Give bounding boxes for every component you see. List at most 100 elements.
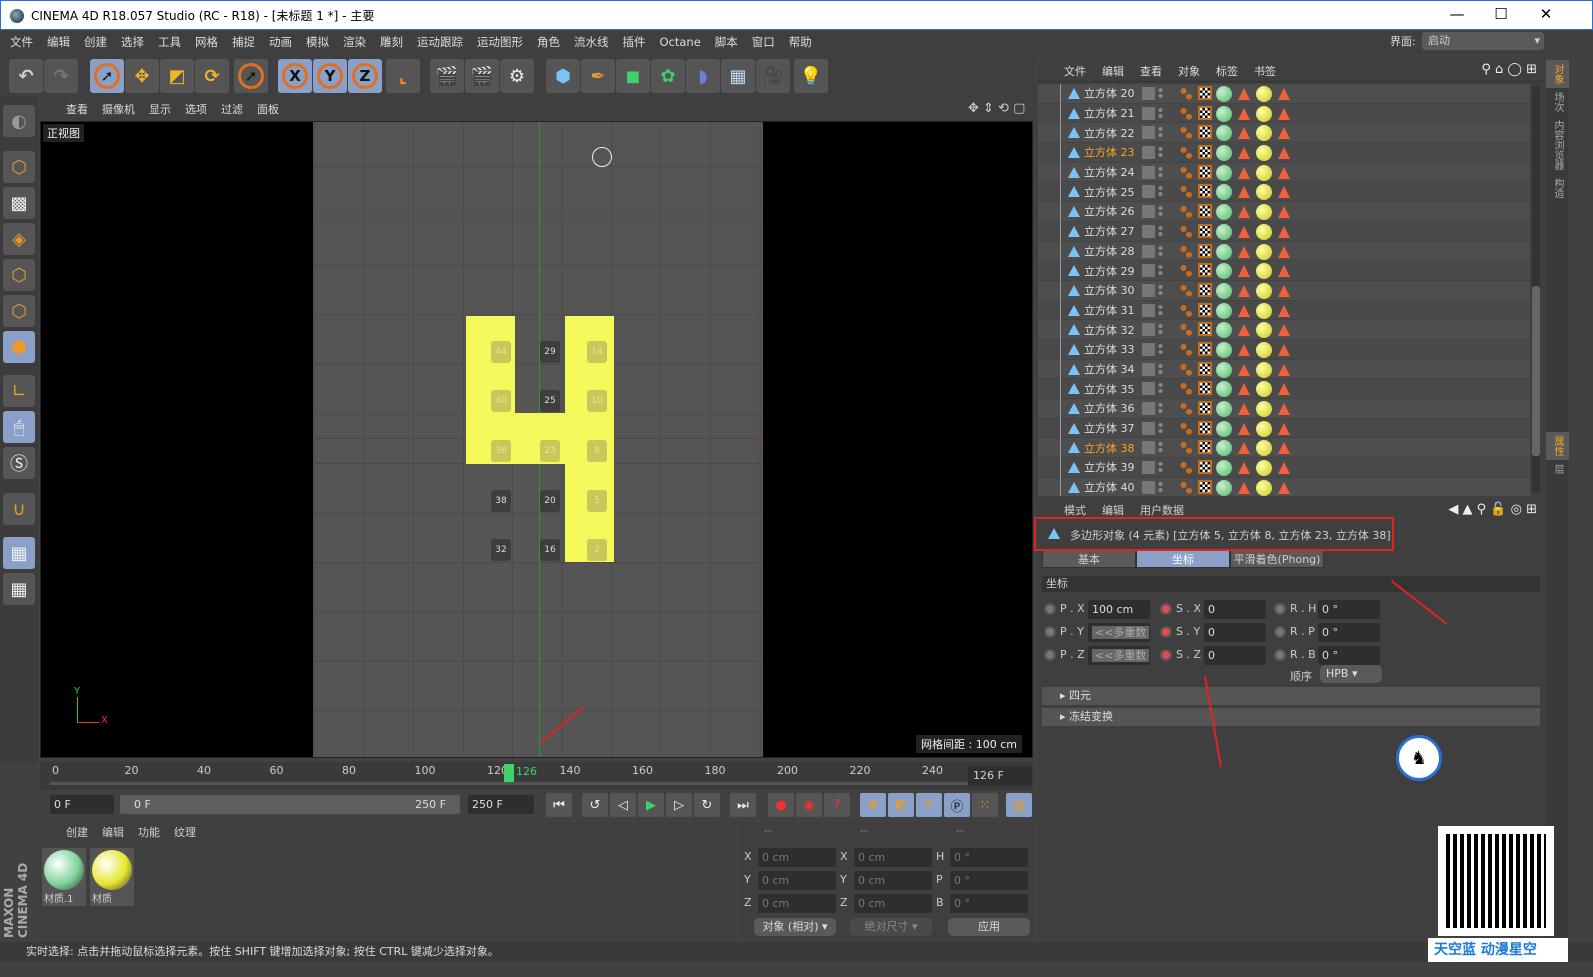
phong-tag-icon[interactable] <box>1180 480 1192 494</box>
material-tag-green-icon[interactable] <box>1216 361 1232 378</box>
layer-icon[interactable] <box>1142 303 1155 317</box>
selection-tag-icon[interactable] <box>1278 265 1290 278</box>
coordinate-field[interactable]: 0 cm <box>854 871 932 890</box>
layer-icon[interactable] <box>1142 362 1155 376</box>
record-rotation-button[interactable]: ⟳ <box>916 793 942 817</box>
object-row[interactable]: 立方体 20 <box>1038 84 1530 104</box>
selection-tag-icon[interactable] <box>1238 225 1250 238</box>
object-name[interactable]: 立方体 20 <box>1084 85 1135 101</box>
attribute-menu-item[interactable]: 用户数据 <box>1140 502 1184 518</box>
menu-item[interactable]: 文件 <box>10 34 33 50</box>
uvw-tag-icon[interactable] <box>1198 86 1212 100</box>
viewport-solo-button[interactable]: ◐ <box>3 105 35 137</box>
object-row[interactable]: 立方体 31 <box>1038 300 1530 321</box>
menu-item[interactable]: 工具 <box>158 34 181 50</box>
viewport-menu-item[interactable]: 选项 <box>185 101 207 117</box>
object-row[interactable]: 立方体 39 <box>1038 458 1530 479</box>
coordinate-system-button[interactable]: ⌞ <box>386 59 420 93</box>
layer-icon[interactable] <box>1142 126 1155 140</box>
visibility-dots-icon[interactable] <box>1158 323 1163 337</box>
phong-tag-icon[interactable] <box>1180 87 1192 100</box>
size-mode-dropdown[interactable]: 绝对尺寸 ▾ <box>850 918 932 936</box>
uvw-tag-icon[interactable] <box>1198 440 1212 455</box>
selection-tag-icon[interactable] <box>1278 284 1290 297</box>
selection-tag-icon[interactable] <box>1278 462 1290 475</box>
selection-tag-icon[interactable] <box>1238 422 1250 435</box>
selection-tag-icon[interactable] <box>1238 186 1250 199</box>
phong-tag-icon[interactable] <box>1180 441 1192 455</box>
object-row[interactable]: 立方体 27 <box>1038 221 1530 242</box>
rp-field[interactable]: 0 ° <box>1318 623 1380 642</box>
uvw-tag-icon[interactable] <box>1198 341 1212 356</box>
phong-tag-icon[interactable] <box>1180 342 1192 356</box>
object-row[interactable]: 立方体 21 <box>1038 103 1530 124</box>
axis-mode-button[interactable]: ∟ <box>3 375 35 407</box>
selection-tag-icon[interactable] <box>1238 245 1250 258</box>
layer-icon[interactable] <box>1142 146 1155 160</box>
menu-item[interactable]: 角色 <box>537 34 560 50</box>
phong-tag-icon[interactable] <box>1180 106 1192 120</box>
visibility-dots-icon[interactable] <box>1158 165 1163 179</box>
material-tag-green-icon[interactable] <box>1216 164 1232 181</box>
material-tag-yellow-icon[interactable] <box>1256 86 1272 102</box>
side-tab[interactable]: 层 <box>1546 460 1569 478</box>
material-tag-green-icon[interactable] <box>1216 263 1232 280</box>
object-row[interactable]: 立方体 23 <box>1038 143 1530 164</box>
object-menu-item[interactable]: 对象 <box>1178 63 1200 79</box>
selection-tag-icon[interactable] <box>1278 481 1290 494</box>
object-name[interactable]: 立方体 26 <box>1084 203 1135 219</box>
material-menu-item[interactable]: 编辑 <box>102 824 124 840</box>
side-tab[interactable]: 场次 <box>1546 88 1569 116</box>
visibility-dots-icon[interactable] <box>1158 87 1163 100</box>
viewport-menu-item[interactable]: 过滤 <box>221 101 243 117</box>
object-row[interactable]: 立方体 28 <box>1038 241 1530 262</box>
selection-tag-icon[interactable] <box>1278 107 1290 120</box>
object-row[interactable]: 立方体 36 <box>1038 399 1530 419</box>
rotate-tool-button[interactable]: ⟳ <box>195 59 229 93</box>
menu-item[interactable]: 编辑 <box>47 34 70 50</box>
object-row[interactable]: 立方体 24 <box>1038 162 1530 183</box>
selection-tag-icon[interactable] <box>1278 422 1290 435</box>
uvw-tag-icon[interactable] <box>1198 263 1212 278</box>
material-tag-green-icon[interactable] <box>1216 460 1232 477</box>
visibility-dots-icon[interactable] <box>1158 126 1163 140</box>
object-name[interactable]: 立方体 34 <box>1084 361 1135 377</box>
material-menu-item[interactable]: 创建 <box>66 824 88 840</box>
selection-tag-icon[interactable] <box>1278 383 1290 396</box>
material-tag-yellow-icon[interactable] <box>1256 341 1272 358</box>
minimize-button[interactable]: — <box>1437 5 1477 27</box>
y-axis-lock-button[interactable]: Y <box>313 59 347 93</box>
start-frame-field[interactable]: 0 F <box>50 795 114 814</box>
layer-icon[interactable] <box>1142 421 1155 435</box>
object-row[interactable]: 立方体 29 <box>1038 261 1530 282</box>
layer-icon[interactable] <box>1142 480 1155 494</box>
maximize-button[interactable]: ☐ <box>1481 5 1521 27</box>
record-keys-button[interactable]: ● <box>768 793 794 817</box>
selection-tag-icon[interactable] <box>1238 127 1250 140</box>
selection-tag-icon[interactable] <box>1278 245 1290 258</box>
attribute-tab[interactable]: 基本 <box>1042 550 1136 568</box>
menu-item[interactable]: 选择 <box>121 34 144 50</box>
selection-tag-icon[interactable] <box>1278 442 1290 455</box>
record-parameter-button[interactable]: Ⓟ <box>944 793 970 817</box>
px-field[interactable]: 100 cm <box>1088 600 1150 619</box>
layer-icon[interactable] <box>1142 224 1155 238</box>
material-tag-green-icon[interactable] <box>1216 302 1232 319</box>
material-tag-green-icon[interactable] <box>1216 125 1232 142</box>
phong-tag-icon[interactable] <box>1180 244 1192 258</box>
layer-icon[interactable] <box>1142 205 1155 219</box>
material-tag-yellow-icon[interactable] <box>1256 164 1272 181</box>
selection-tag-icon[interactable] <box>1238 343 1250 356</box>
layer-icon[interactable] <box>1142 244 1155 258</box>
selection-tag-icon[interactable] <box>1238 383 1250 396</box>
coordinate-field[interactable]: 0 cm <box>758 894 836 913</box>
object-name[interactable]: 立方体 40 <box>1084 479 1135 495</box>
current-frame-field[interactable]: 126 F <box>968 766 1032 786</box>
selection-tag-icon[interactable] <box>1278 147 1290 160</box>
layer-icon[interactable] <box>1142 382 1155 396</box>
attribute-menu-item[interactable]: 编辑 <box>1102 502 1124 518</box>
object-row[interactable]: 立方体 33 <box>1038 339 1530 360</box>
uvw-tag-icon[interactable] <box>1198 184 1212 199</box>
uvw-tag-icon[interactable] <box>1198 361 1212 376</box>
rb-keyframe-radio[interactable] <box>1274 649 1286 661</box>
